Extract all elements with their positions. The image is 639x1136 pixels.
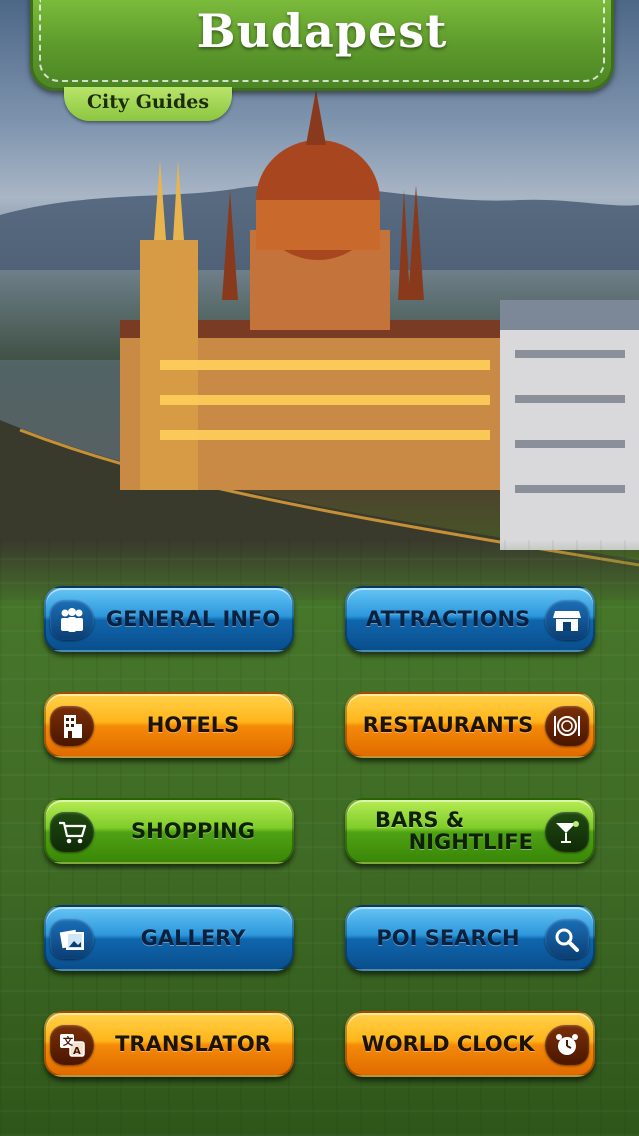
world-clock-button[interactable]: WORLD CLOCK <box>345 1011 595 1077</box>
translator-button[interactable]: 文A TRANSLATOR <box>44 1011 294 1077</box>
people-icon <box>50 600 94 640</box>
bars-nightlife-label: BARS & NIGHTLIFE <box>355 800 541 862</box>
gallery-label: GALLERY <box>140 926 246 950</box>
general-info-button[interactable]: GENERAL INFO <box>44 586 294 652</box>
poi-search-button[interactable]: POI SEARCH <box>345 905 595 971</box>
attractions-button[interactable]: ATTRACTIONS <box>345 586 595 652</box>
title-banner: Budapest <box>30 0 614 91</box>
svg-text:A: A <box>73 1046 81 1057</box>
cart-icon <box>50 812 94 852</box>
bars-nightlife-button[interactable]: BARS & NIGHTLIFE <box>345 798 595 864</box>
poi-search-label: POI SEARCH <box>376 926 520 950</box>
building-icon <box>50 706 94 746</box>
bars-nightlife-label-line2: NIGHTLIFE <box>408 830 533 854</box>
attractions-label: ATTRACTIONS <box>365 607 531 631</box>
general-info-label: GENERAL INFO <box>105 607 281 631</box>
alarm-clock-icon <box>545 1025 589 1065</box>
photos-icon <box>50 919 94 959</box>
magnifier-icon <box>545 919 589 959</box>
app-title: Budapest <box>196 4 448 58</box>
bars-nightlife-label-line1: BARS & <box>375 808 465 832</box>
translator-label: TRANSLATOR <box>115 1032 271 1056</box>
subtitle-tab: City Guides <box>64 87 232 121</box>
restaurants-button[interactable]: RESTAURANTS <box>345 692 595 758</box>
translate-icon: 文A <box>50 1025 94 1065</box>
hotels-button[interactable]: HOTELS <box>44 692 294 758</box>
storefront-icon <box>545 600 589 640</box>
gallery-button[interactable]: GALLERY <box>44 905 294 971</box>
restaurants-label: RESTAURANTS <box>362 713 534 737</box>
app-subtitle: City Guides <box>86 91 210 113</box>
world-clock-label: WORLD CLOCK <box>361 1032 535 1056</box>
cocktail-icon <box>545 812 589 852</box>
shopping-button[interactable]: SHOPPING <box>44 798 294 864</box>
shopping-label: SHOPPING <box>131 819 255 843</box>
hotels-label: HOTELS <box>146 713 240 737</box>
plate-cutlery-icon <box>545 706 589 746</box>
